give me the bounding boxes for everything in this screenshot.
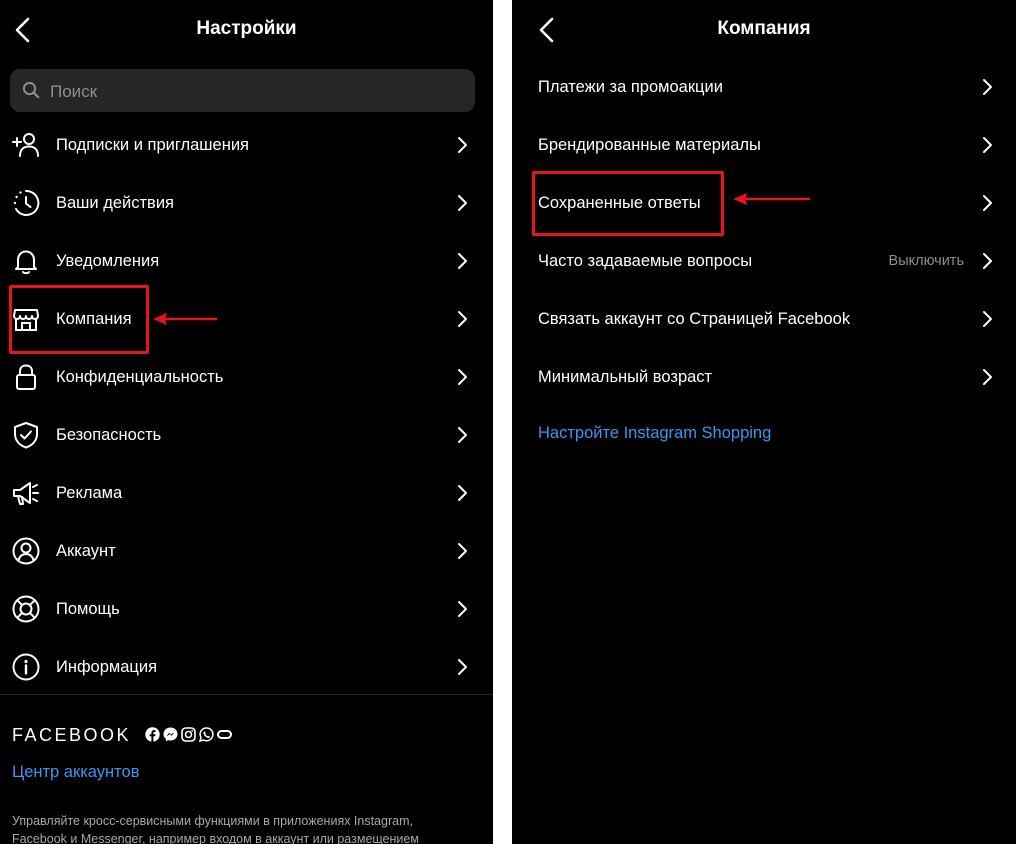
highlight-box xyxy=(9,285,149,354)
business-item-label: Брендированные материалы xyxy=(538,135,761,154)
chevron-right-icon xyxy=(458,601,467,617)
chevron-right-icon xyxy=(983,311,992,327)
business-screen: Компания Платежи за промоакции Брендиров… xyxy=(512,0,1016,844)
faq-status-value: Выключить xyxy=(888,253,964,269)
search-icon xyxy=(22,81,40,99)
chevron-right-icon xyxy=(458,485,467,501)
settings-list: Подписки и приглашения Ваши действия Уве… xyxy=(0,116,493,696)
business-item-link-facebook-page[interactable]: Связать аккаунт со Страницей Facebook xyxy=(512,290,1016,348)
chevron-right-icon xyxy=(458,253,467,269)
accounts-center-link[interactable]: Центр аккаунтов xyxy=(12,763,139,782)
add-person-icon xyxy=(12,133,39,157)
settings-item-privacy[interactable]: Конфиденциальность xyxy=(0,348,493,406)
settings-screen: Настройки Подписки и приглашения Ваши де… xyxy=(0,0,493,844)
chevron-right-icon xyxy=(983,79,992,95)
page-title: Компания xyxy=(717,18,811,39)
facebook-icon xyxy=(145,727,160,742)
account-circle-icon xyxy=(12,537,40,565)
chevron-right-icon xyxy=(458,137,467,153)
divider xyxy=(0,694,493,695)
business-item-label: Часто задаваемые вопросы xyxy=(538,251,753,270)
instagram-shopping-link[interactable]: Настройте Instagram Shopping xyxy=(538,424,771,443)
facebook-apps-icons xyxy=(145,727,232,743)
search-input[interactable] xyxy=(48,69,452,114)
chevron-right-icon xyxy=(458,311,467,327)
settings-item-ads[interactable]: Реклама xyxy=(0,464,493,522)
page-title: Настройки xyxy=(196,18,297,39)
lifebuoy-icon xyxy=(12,595,40,623)
business-item-faq[interactable]: Часто задаваемые вопросы Выключить xyxy=(512,232,1016,290)
shield-check-icon xyxy=(14,422,38,449)
arrow-left-icon xyxy=(733,193,810,205)
oculus-icon xyxy=(217,727,232,742)
settings-item-label: Аккаунт xyxy=(56,541,116,560)
header: Компания xyxy=(512,0,1016,60)
chevron-right-icon xyxy=(458,427,467,443)
highlight-box xyxy=(532,171,724,236)
settings-item-label: Информация xyxy=(56,657,158,676)
accounts-center-description: Управляйте кросс-сервисными функциями в … xyxy=(12,814,419,844)
lock-icon xyxy=(16,364,36,390)
business-item-label: Платежи за промоакции xyxy=(538,77,723,96)
arrow-left-icon xyxy=(153,313,217,325)
settings-item-security[interactable]: Безопасность xyxy=(0,406,493,464)
business-item-branded-content[interactable]: Брендированные материалы xyxy=(512,116,1016,174)
settings-item-label: Безопасность xyxy=(56,425,162,444)
business-item-label: Минимальный возраст xyxy=(538,367,713,386)
business-item-minimum-age[interactable]: Минимальный возраст xyxy=(512,348,1016,406)
chevron-right-icon xyxy=(458,659,467,675)
facebook-wordmark: FACEBOOK xyxy=(12,725,132,745)
settings-item-label: Помощь xyxy=(56,599,120,618)
messenger-icon xyxy=(163,727,178,742)
business-item-promotion-payments[interactable]: Платежи за промоакции xyxy=(512,58,1016,116)
header: Настройки xyxy=(0,0,493,60)
chevron-right-icon xyxy=(983,253,992,269)
chevron-right-icon xyxy=(458,369,467,385)
megaphone-icon xyxy=(13,482,39,505)
settings-item-help[interactable]: Помощь xyxy=(0,580,493,638)
chevron-right-icon xyxy=(458,195,467,211)
info-icon xyxy=(12,653,40,681)
whatsapp-icon xyxy=(198,727,214,743)
chevron-right-icon xyxy=(983,369,992,385)
settings-item-label: Ваши действия xyxy=(56,193,174,212)
settings-item-account[interactable]: Аккаунт xyxy=(0,522,493,580)
settings-item-label: Уведомления xyxy=(56,251,160,270)
settings-item-follow-invite[interactable]: Подписки и приглашения xyxy=(0,116,493,174)
business-item-label: Связать аккаунт со Страницей Facebook xyxy=(538,309,851,328)
instagram-icon xyxy=(181,727,196,742)
activity-clock-icon xyxy=(13,189,40,216)
chevron-right-icon xyxy=(458,543,467,559)
settings-item-label: Подписки и приглашения xyxy=(56,135,249,154)
settings-item-notifications[interactable]: Уведомления xyxy=(0,232,493,290)
chevron-right-icon xyxy=(983,137,992,153)
bell-icon xyxy=(15,250,37,275)
search-bar[interactable] xyxy=(10,69,475,114)
settings-item-about[interactable]: Информация xyxy=(0,638,493,696)
settings-item-label: Конфиденциальность xyxy=(56,367,224,386)
settings-item-your-activity[interactable]: Ваши действия xyxy=(0,174,493,232)
chevron-right-icon xyxy=(983,195,992,211)
settings-item-label: Реклама xyxy=(56,483,123,502)
